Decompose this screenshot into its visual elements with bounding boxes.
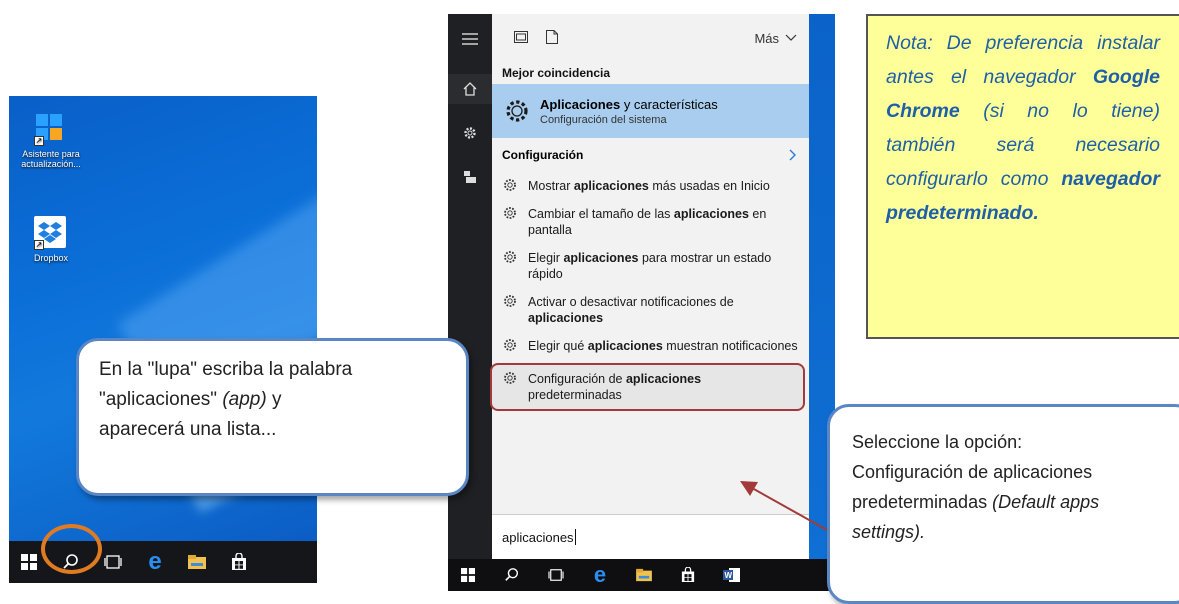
dropbox-icon: ↗ <box>34 216 68 250</box>
settings-gear-icon <box>504 372 516 384</box>
search-input[interactable]: aplicaciones <box>492 514 809 559</box>
shortcut-arrow-icon: ↗ <box>34 240 44 250</box>
chevron-down-icon <box>785 34 797 41</box>
documents-filter-icon[interactable] <box>546 29 558 47</box>
settings-gear-icon <box>504 179 516 191</box>
settings-gear-icon[interactable] <box>448 118 492 148</box>
windows-update-assistant-icon: ↗ <box>34 112 68 146</box>
desktop-icon-dropbox[interactable]: ↗ Dropbox <box>11 216 91 263</box>
settings-section-header[interactable]: Configuración <box>492 138 809 172</box>
settings-gear-icon <box>504 251 516 263</box>
instruction-callout-left: En la "lupa" escriba la palabra "aplicac… <box>76 338 469 496</box>
callout-line: Seleccione la opción: <box>852 432 1023 452</box>
search-result-item[interactable]: Cambiar el tamaño de las aplicaciones en… <box>492 200 809 244</box>
default-apps-result[interactable]: Configuración de aplicaciones predetermi… <box>490 363 805 411</box>
edge-browser-icon[interactable]: e <box>145 550 165 574</box>
result-label: Activar o desactivar notificaciones de a… <box>528 295 734 325</box>
store-icon[interactable] <box>678 565 698 585</box>
chevron-right-icon <box>789 149 796 161</box>
store-icon[interactable] <box>229 552 249 572</box>
settings-gear-icon <box>504 295 516 307</box>
home-icon[interactable] <box>448 74 492 104</box>
taskbar: e W <box>448 559 835 591</box>
result-label: Elegir qué aplicaciones muestran notific… <box>528 339 798 353</box>
svg-text:W: W <box>725 571 733 580</box>
desktop-icon-asistente[interactable]: ↗ Asistente para actualización... <box>11 112 91 169</box>
search-result-item[interactable]: Activar o desactivar notificaciones de a… <box>492 288 809 332</box>
file-explorer-icon[interactable] <box>634 565 654 585</box>
callout-line: "aplicaciones" (app) y <box>99 389 282 410</box>
windows-start-icon[interactable] <box>19 552 39 572</box>
search-query-text: aplicaciones <box>502 529 574 545</box>
search-highlight-circle <box>41 524 102 574</box>
desktop-icon-label: Asistente para actualización... <box>21 149 81 169</box>
search-result-item[interactable]: Elegir qué aplicaciones muestran notific… <box>492 332 809 360</box>
settings-gear-icon <box>504 339 516 351</box>
best-match-heading: Mejor coincidencia <box>502 66 611 80</box>
callout-line: aparecerá una lista... <box>99 419 277 440</box>
callout-line: En la "lupa" escriba la palabra <box>99 359 353 380</box>
callout-line: Configuración de aplicaciones <box>852 462 1093 482</box>
task-view-icon[interactable] <box>103 552 123 572</box>
desktop-icon-label: Dropbox <box>33 253 69 263</box>
search-icon[interactable] <box>502 565 522 585</box>
search-result-item[interactable]: Mostrar aplicaciones más usadas en Inici… <box>492 172 809 200</box>
hamburger-menu-icon[interactable] <box>448 24 492 54</box>
shortcut-arrow-icon: ↗ <box>34 136 44 146</box>
more-label: Más <box>754 30 779 46</box>
callout-line: settings). <box>852 522 926 542</box>
more-filters-button[interactable]: Más <box>754 31 797 46</box>
instruction-callout-right: Seleccione la opción: Configuración de a… <box>827 404 1179 604</box>
callout-line: predeterminadas (Default apps <box>852 492 1100 512</box>
best-match-subtitle: Configuración del sistema <box>540 113 667 126</box>
apps-filter-icon[interactable] <box>514 30 528 46</box>
result-label: Elegir aplicaciones para mostrar un esta… <box>528 251 772 281</box>
note-box: Nota: De preferencia instalar antes el n… <box>866 14 1179 339</box>
settings-gear-icon <box>506 100 528 122</box>
settings-section-heading: Configuración <box>502 148 584 162</box>
word-icon[interactable]: W <box>722 565 742 585</box>
result-label: Configuración de aplicaciones predetermi… <box>528 372 702 402</box>
windows-start-icon[interactable] <box>458 565 478 585</box>
text-caret <box>574 529 576 545</box>
file-explorer-icon[interactable] <box>187 552 207 572</box>
result-label: Mostrar aplicaciones más usadas en Inici… <box>528 179 770 193</box>
settings-gear-icon <box>504 207 516 219</box>
edge-browser-icon[interactable]: e <box>590 564 610 586</box>
feedback-icon[interactable] <box>448 162 492 192</box>
task-view-icon[interactable] <box>546 565 566 585</box>
search-filter-bar: Más <box>492 14 809 62</box>
search-result-item[interactable]: Elegir aplicaciones para mostrar un esta… <box>492 244 809 288</box>
search-results-panel: Más Mejor coincidencia Aplicaciones y ca… <box>490 14 809 559</box>
best-match-title: Aplicaciones y características <box>540 96 718 112</box>
best-match-result[interactable]: Aplicaciones y características Configura… <box>492 84 809 138</box>
search-screenshot: Más Mejor coincidencia Aplicaciones y ca… <box>448 14 835 591</box>
result-label: Cambiar el tamaño de las aplicaciones en… <box>528 207 767 237</box>
